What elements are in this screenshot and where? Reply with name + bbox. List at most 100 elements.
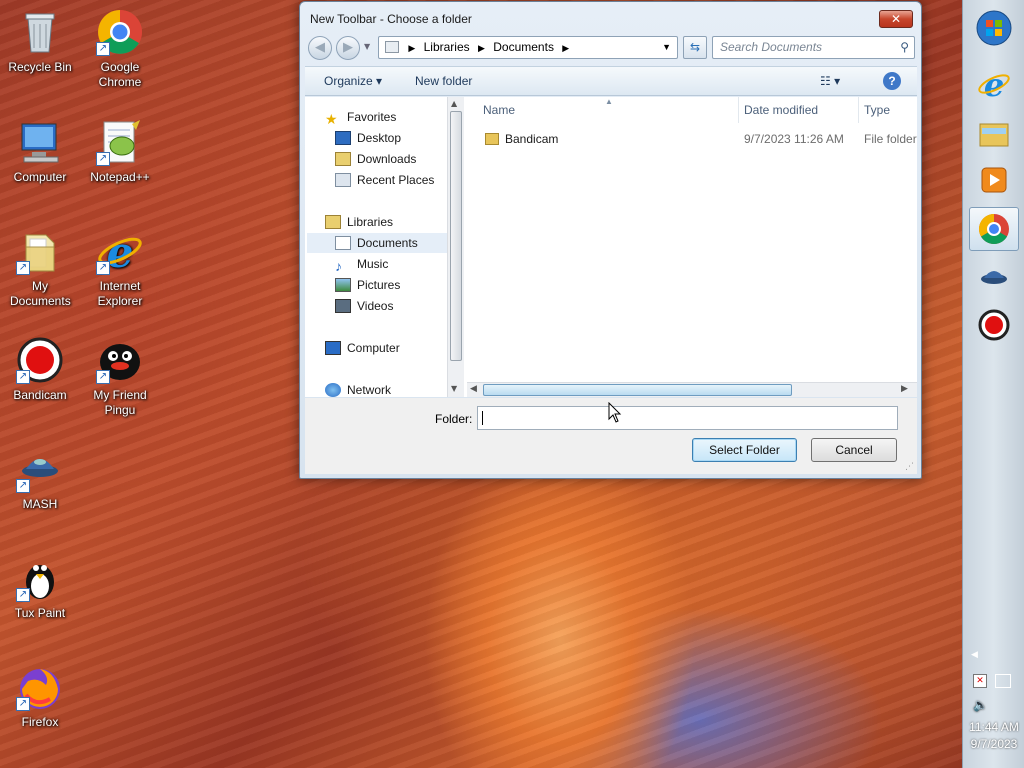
view-options-button[interactable]: ☷ ▾ [820,74,840,88]
desktop-icon-recycle-bin[interactable]: Recycle Bin [0,8,80,75]
refresh-button[interactable]: ⇆ [683,36,707,59]
nav-favorites[interactable]: ★ Favorites [325,107,396,127]
computer-icon [325,341,341,355]
folder-input[interactable] [477,406,898,430]
folder-icon [979,123,1009,147]
taskbar-google-chrome[interactable] [969,207,1019,251]
desktop-icon-my-friend-pingu[interactable]: ↗ My Friend Pingu [80,336,160,418]
clock-date[interactable]: 9/7/2023 [963,737,1024,751]
volume-muted-icon[interactable]: 🔈 [973,698,988,712]
media-player-icon [981,167,1007,193]
cancel-button[interactable]: Cancel [811,438,897,462]
taskbar-media-player[interactable] [969,158,1019,202]
desktop-icon-my-documents[interactable]: ↗ My Documents [0,227,80,309]
file-horizontal-scrollbar[interactable]: ◀ ▶ [467,382,917,397]
scroll-right-arrow-icon[interactable]: ▶ [901,384,908,394]
icon-label: Bandicam [13,388,67,402]
content-area: ★ Favorites Desktop Downloads Recent Plac… [305,97,917,397]
desktop-icon-notepad-plus-plus[interactable]: ↗ Notepad++ [80,118,160,185]
nav-recent-places[interactable]: Recent Places [335,170,434,190]
forward-button[interactable]: ▶ [336,36,360,60]
text-caret [482,411,483,425]
select-folder-button[interactable]: Select Folder [692,438,797,462]
desktop-icon-computer[interactable]: Computer [0,118,80,185]
scroll-up-arrow-icon[interactable]: ▲ [451,99,457,108]
taskbar-file-explorer[interactable] [969,112,1019,156]
nav-vertical-scrollbar[interactable]: ▲ ▼ [447,97,464,397]
back-button[interactable]: ◀ [308,36,332,60]
chrome-icon [978,214,1009,245]
nav-computer[interactable]: Computer [325,338,400,358]
shortcut-arrow-icon: ↗ [16,588,30,602]
taskbar: e ◀ ✕ 🔈 11:44 AM 9/7/2023 [962,0,1024,768]
search-input[interactable]: Search Documents ⚲ [712,36,915,59]
nav-documents[interactable]: Documents [307,233,447,253]
search-icon[interactable]: ⚲ [900,37,909,58]
recent-pages-dropdown[interactable]: ▼ [364,42,370,51]
help-button[interactable]: ? [883,72,901,90]
breadcrumb-separator-icon[interactable]: ▶ [478,43,485,53]
dialog-title: New Toolbar - Choose a folder [310,12,472,26]
close-button[interactable]: ✕ [879,10,913,28]
address-dropdown-icon[interactable]: ▼ [662,37,671,58]
shortcut-arrow-icon: ↗ [16,370,30,384]
downloads-icon [335,152,351,166]
firefox-icon: ↗ [16,663,64,711]
horizontal-scrollbar-thumb[interactable] [483,384,792,396]
organize-button[interactable]: Organize ▾ [324,74,382,88]
desktop-icon-firefox[interactable]: ↗ Firefox [0,663,80,730]
address-bar[interactable]: ▶ Libraries ▶ Documents ▶ ▼ [378,36,678,59]
nav-desktop[interactable]: Desktop [335,128,401,148]
nav-label: Documents [357,236,418,250]
mash-icon: ↗ [16,445,64,493]
column-header-name[interactable]: Name ▲ [465,97,739,123]
nav-label: Computer [347,341,400,355]
taskbar-bandicam[interactable] [969,303,1019,347]
shortcut-arrow-icon: ↗ [16,697,30,711]
clock-time[interactable]: 11:44 AM [963,720,1024,734]
nav-music[interactable]: ♪ Music [335,254,388,274]
new-folder-button[interactable]: New folder [415,74,472,88]
nav-label: Libraries [347,215,394,229]
icon-label: Firefox [21,715,59,729]
nav-videos[interactable]: Videos [335,296,393,316]
breadcrumb-separator-icon[interactable]: ▶ [408,43,415,53]
network-icon [325,383,341,397]
desktop-icon-bandicam[interactable]: ↗ Bandicam [0,336,80,403]
desktop-icon-internet-explorer[interactable]: e ↗ Internet Explorer [80,227,160,309]
show-hidden-icons-button[interactable]: ◀ [971,650,978,660]
dialog-titlebar[interactable]: New Toolbar - Choose a folder ✕ [300,2,921,32]
desktop-icon-mash[interactable]: ↗ MASH [0,445,80,512]
mouse-pointer-icon [608,402,622,423]
svg-text:e: e [984,67,1004,101]
folder-icon [485,133,499,145]
breadcrumb-documents[interactable]: Documents [493,40,554,54]
resize-grip-icon[interactable]: ⋰ [905,462,914,472]
start-button[interactable] [969,6,1019,50]
nav-downloads[interactable]: Downloads [335,149,416,169]
computer-icon [16,118,64,166]
network-status-icon[interactable] [995,674,1011,688]
nav-network[interactable]: Network [325,380,391,397]
taskbar-mash[interactable] [969,254,1019,298]
internet-explorer-icon: e [978,67,1010,101]
column-header-type[interactable]: Type [859,97,917,123]
shortcut-arrow-icon: ↗ [96,370,110,384]
desktop-icon-google-chrome[interactable]: ↗ Google Chrome [80,8,160,90]
action-center-icon[interactable]: ✕ [973,674,987,688]
folder-label: Folder: [435,412,473,426]
column-label: Type [864,103,891,117]
breadcrumb-separator-icon[interactable]: ▶ [562,43,569,53]
desktop-icon-tux-paint[interactable]: ↗ Tux Paint [0,554,80,621]
column-header-date-modified[interactable]: Date modified [739,97,859,123]
mash-icon [981,271,1007,284]
taskbar-internet-explorer[interactable]: e [969,62,1019,106]
pictures-icon [335,278,351,292]
nav-pictures[interactable]: Pictures [335,275,400,295]
breadcrumb-libraries[interactable]: Libraries [424,40,470,54]
scroll-down-arrow-icon[interactable]: ▼ [451,384,457,393]
scrollbar-thumb[interactable] [450,111,462,361]
nav-libraries[interactable]: Libraries [325,212,393,232]
scroll-left-arrow-icon[interactable]: ◀ [470,384,477,394]
desktop-icon [335,131,351,145]
